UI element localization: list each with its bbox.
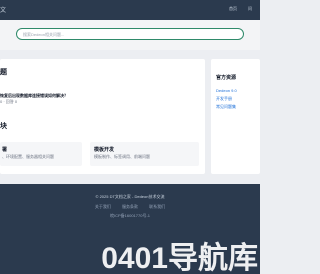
top-navbar: 文 首页 问	[0, 0, 260, 20]
module-card-deploy[interactable]: 署 、环境配置、服务器相关问题	[0, 142, 82, 166]
sidebar-link-faq[interactable]: 常见问题集	[216, 104, 236, 110]
module-desc: 、环境配置、服务器相关问题	[2, 154, 54, 159]
module-title: 模板开发	[94, 147, 115, 153]
module-desc: 模板制作、标签调用、前端问题	[94, 154, 150, 159]
footer-icp[interactable]: 皖ICP备16001770号-1	[0, 213, 260, 219]
footer-link-contact[interactable]: 联系我们	[149, 204, 165, 209]
sidebar-link-dev-manual[interactable]: 开发手册	[216, 96, 232, 102]
site-brand[interactable]: 文	[0, 5, 6, 14]
footer-copyright: © 2025 DT文档之家 - Dedeon技术交流	[95, 194, 165, 199]
question-meta: 0 · 回答 0	[0, 99, 18, 104]
sidebar-title: 官方资源	[216, 75, 237, 81]
module-title: 署	[2, 147, 8, 153]
search-input[interactable]: 搜索Dedeon相关问题...	[16, 28, 244, 40]
sidebar-link-dedeon[interactable]: Dedeon 9.0	[216, 88, 237, 93]
module-card-template[interactable]: 模板开发 模板制作、标签调用、前端问题	[90, 142, 199, 166]
footer-link-terms[interactable]: 服务条款	[122, 204, 138, 209]
footer-link-about[interactable]: 关于我们	[95, 204, 111, 209]
search-placeholder: 搜索Dedeon相关问题...	[23, 32, 65, 37]
nav-link-home[interactable]: 首页	[229, 6, 237, 12]
modules-section-title: 块	[0, 123, 7, 130]
qa-section-title: 题	[0, 69, 7, 76]
nav-link-ask[interactable]: 问	[248, 6, 252, 12]
footer-links: 关于我们 服务条款 联系我们	[0, 204, 260, 210]
